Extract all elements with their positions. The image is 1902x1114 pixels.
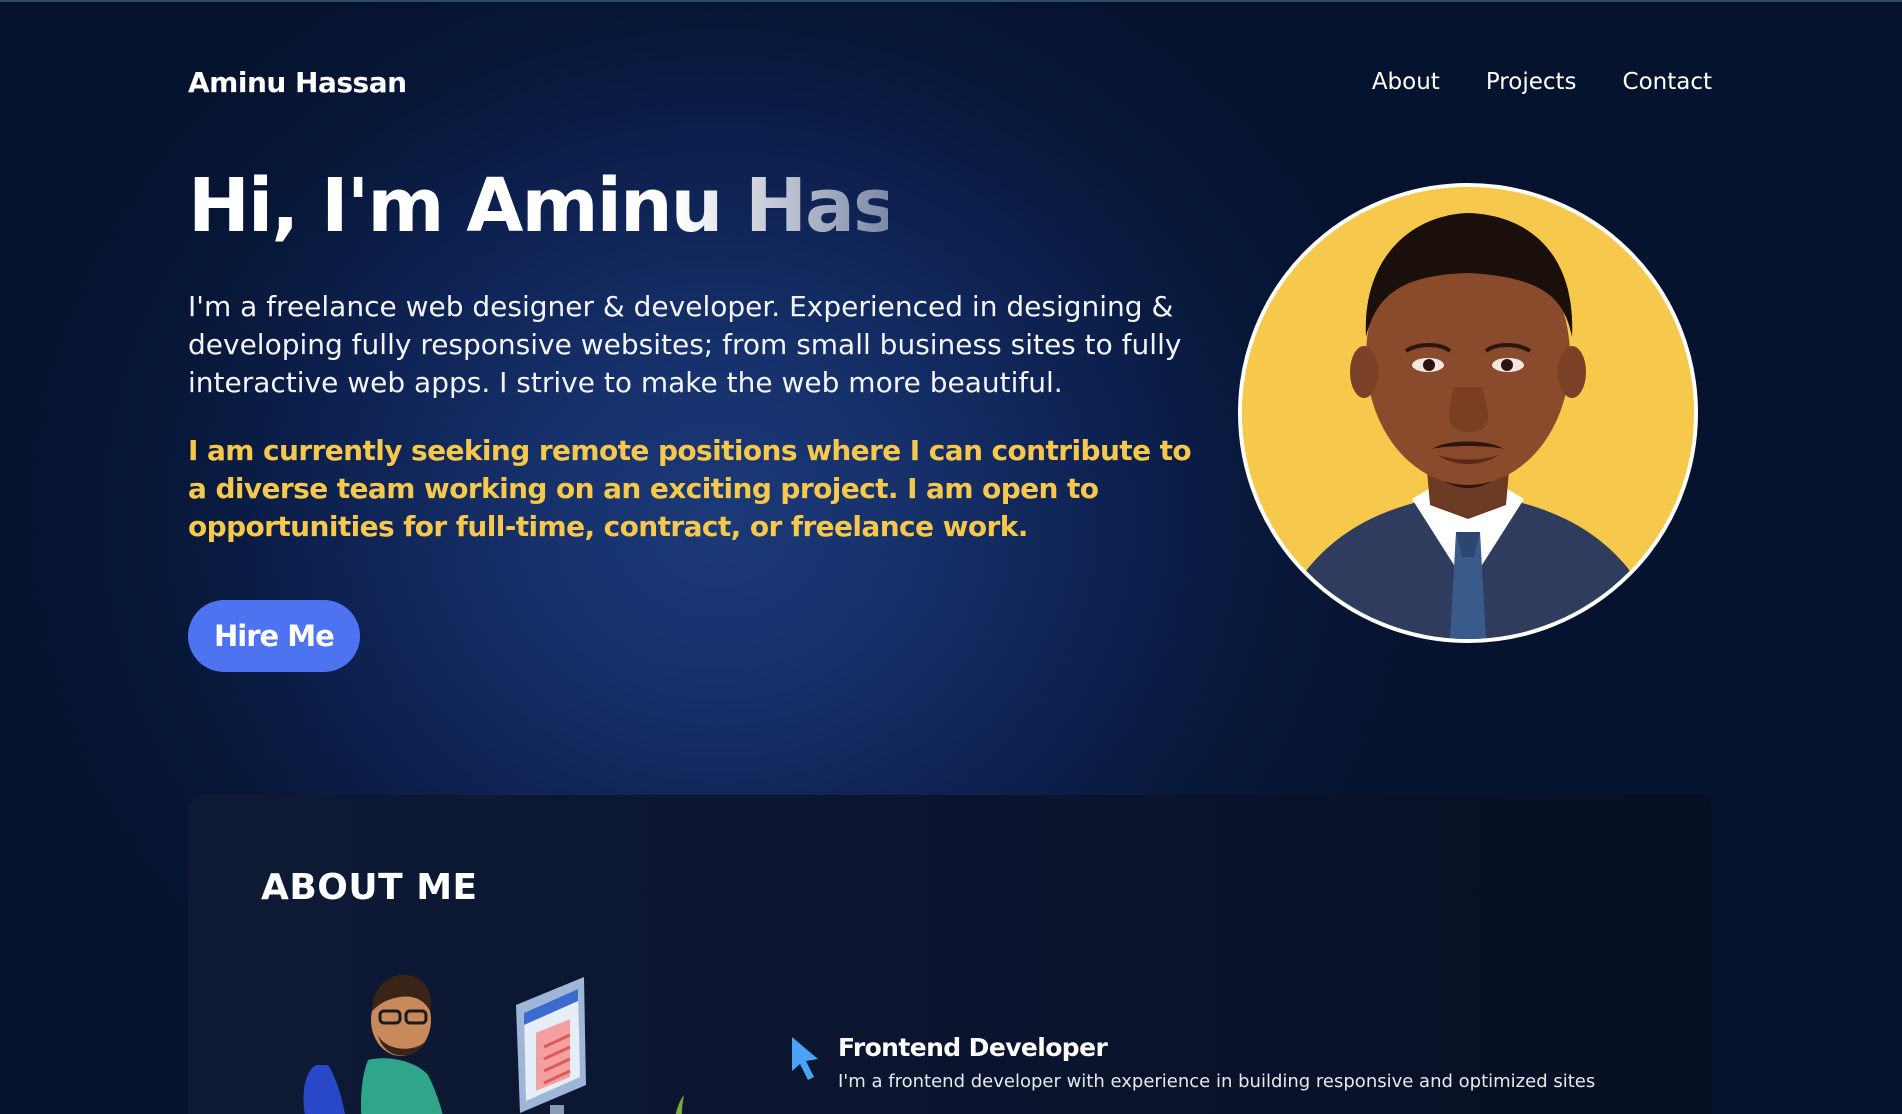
nav-link-about[interactable]: About xyxy=(1372,69,1440,95)
role-title: Frontend Developer xyxy=(838,1033,1108,1062)
hero-seeking-text: I am currently seeking remote positions … xyxy=(188,434,1192,543)
nav-links: About Projects Contact xyxy=(1372,69,1712,95)
hire-me-button[interactable]: Hire Me xyxy=(188,600,360,672)
site-header: Aminu Hassan About Projects Contact xyxy=(188,62,1712,102)
about-heading: ABOUT ME xyxy=(261,867,478,908)
top-border-line xyxy=(0,0,1902,2)
nav-link-contact[interactable]: Contact xyxy=(1623,69,1712,95)
cursor-icon xyxy=(792,1037,818,1080)
profile-photo-illustration xyxy=(1242,187,1694,639)
hero-intro: I'm a freelance web designer & developer… xyxy=(188,290,1182,399)
brand-logo[interactable]: Aminu Hassan xyxy=(188,66,407,99)
about-section: ABOUT ME Frontend Developer I'm a fronte… xyxy=(188,795,1712,1114)
role-description: I'm a frontend developer with experience… xyxy=(838,1071,1596,1092)
hero-section: Hi, I'm Aminu Hassan I'm a freelance web… xyxy=(188,160,1248,672)
profile-avatar xyxy=(1238,183,1698,643)
nav-link-projects[interactable]: Projects xyxy=(1486,69,1577,95)
hero-title: Hi, I'm Aminu Hassan xyxy=(188,160,1038,252)
